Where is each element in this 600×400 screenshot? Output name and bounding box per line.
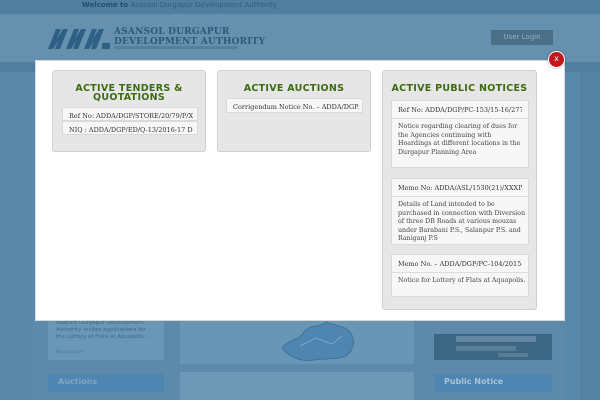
background-left-margin <box>0 62 34 400</box>
divider <box>392 118 528 119</box>
public-notice-item[interactable]: Memo No: ADDA/ASL/1530(21)/XXXIV-1/1... … <box>391 178 529 245</box>
divider <box>392 272 528 273</box>
promo-banner-text <box>456 336 536 342</box>
org-tagline <box>114 46 238 49</box>
auctions-title: ACTIVE AUCTIONS <box>243 83 345 94</box>
public-notice-section-header: Public Notice <box>434 374 552 392</box>
org-name-line1: ASANSOL DURGAPUR <box>114 27 230 37</box>
tender-item[interactable]: NIQ : ADDA/DGP/ED/Q-13/2016-17 Dated ... <box>62 121 198 135</box>
adda-logo-icon[interactable] <box>48 29 110 49</box>
promo-banner-link <box>498 353 528 357</box>
public-notice-ref: Memo No. – ADDA/DGP/PC-104/2015-16/... <box>398 260 522 268</box>
middle-content-block <box>180 372 414 400</box>
tender-item[interactable]: Ref No: ADDA/DGP/STORE/20/79/P/XIII/... <box>62 107 198 121</box>
user-login-button[interactable]: User Login <box>491 30 553 45</box>
tender-item-label: NIQ : ADDA/DGP/ED/Q-13/2016-17 Dated ... <box>69 126 193 134</box>
auctions-section-header: Auctions <box>48 374 164 392</box>
promo-banner-subtext <box>456 346 516 351</box>
public-notice-description: Details of Land intended to be purchased… <box>398 201 526 243</box>
public-notice-description: Notice for Lottery of Flats at Aquapolis… <box>398 277 526 284</box>
tenders-column: ACTIVE TENDERS & QUOTATIONS Ref No: ADDA… <box>52 70 206 152</box>
public-notice-item[interactable]: Ref No: ADDA/DGP/PC-153/15-16/2779 Da...… <box>391 100 529 168</box>
public-notices-column: ACTIVE PUBLIC NOTICES Ref No: ADDA/DGP/P… <box>382 70 537 310</box>
public-notice-description: Notice regarding clearing of dues for th… <box>398 123 521 156</box>
news-read-more-link[interactable]: Read more <box>56 349 84 355</box>
tenders-title-line2: QUOTATIONS <box>92 92 166 103</box>
tender-item-label: Ref No: ADDA/DGP/STORE/20/79/P/XIII/... <box>69 112 193 120</box>
public-notice-item[interactable]: Memo No. – ADDA/DGP/PC-104/2015-16/... N… <box>391 254 529 297</box>
auction-item-label: Corrigendum Notice No. – ADDA/DGP/P... <box>233 103 359 111</box>
announcements-modal: ACTIVE TENDERS & QUOTATIONS Ref No: ADDA… <box>35 60 565 321</box>
public-notices-title: ACTIVE PUBLIC NOTICES <box>391 83 528 94</box>
auction-item[interactable]: Corrigendum Notice No. – ADDA/DGP/P... <box>226 98 363 113</box>
public-notice-ref: Ref No: ADDA/DGP/PC-153/15-16/2779 Da... <box>398 106 522 114</box>
news-card-text: Asansol Durgapur Development Authority i… <box>56 320 150 340</box>
background-scroll-area <box>580 62 600 400</box>
welcome-text: Welcome to Asansol Durgapur Development … <box>82 1 277 9</box>
public-notice-ref: Memo No: ADDA/ASL/1530(21)/XXXIV-1/1... <box>398 184 522 192</box>
close-modal-button[interactable]: x <box>548 51 565 68</box>
region-map-icon <box>281 321 354 361</box>
auctions-column: ACTIVE AUCTIONS Corrigendum Notice No. –… <box>217 70 371 152</box>
divider <box>392 196 528 197</box>
